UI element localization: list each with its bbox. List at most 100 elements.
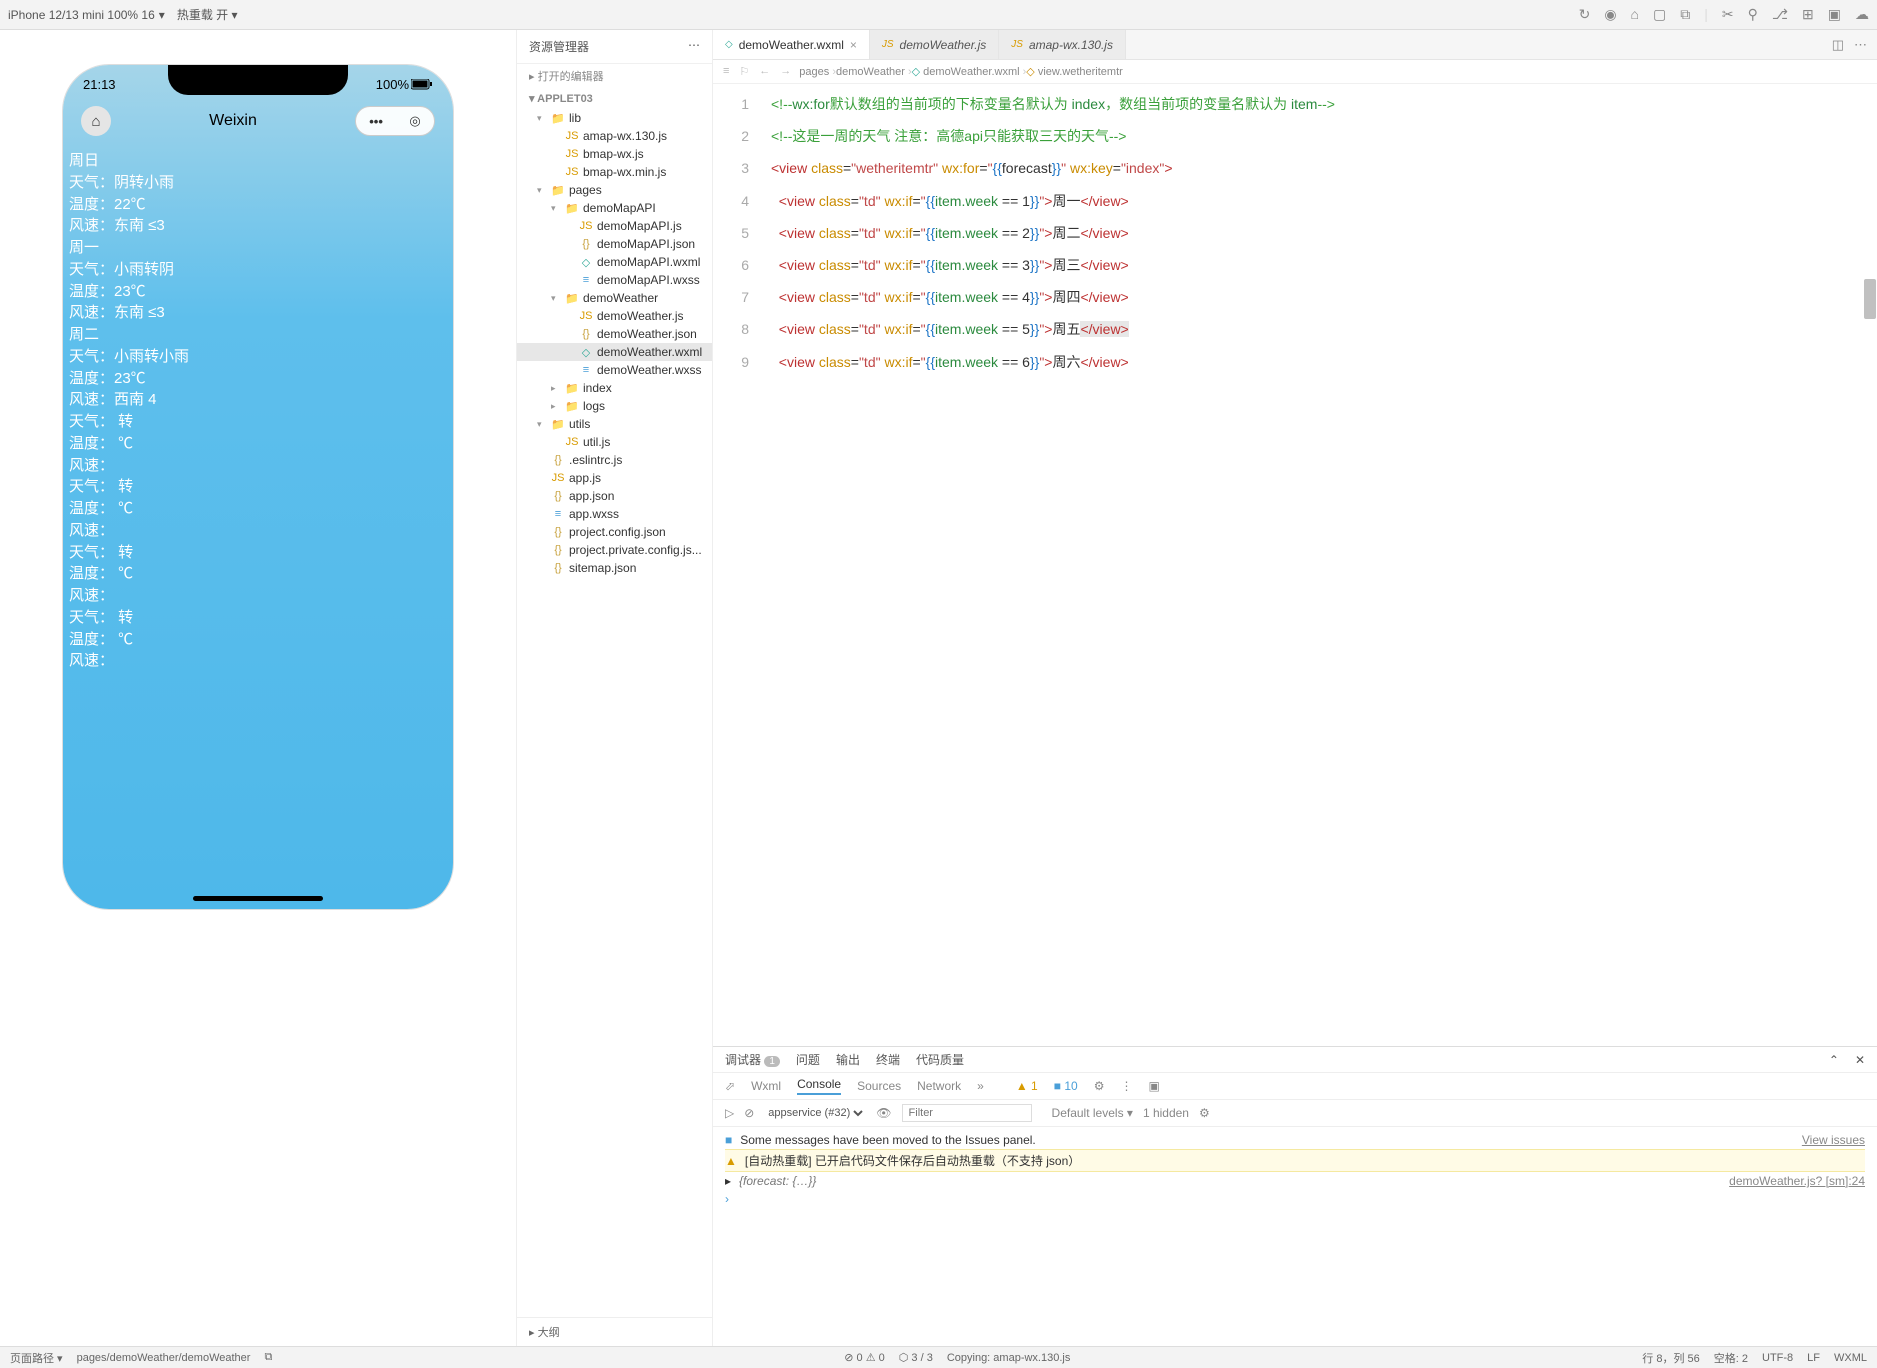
source-link[interactable]: demoWeather.js? [sm]:24 — [1729, 1174, 1865, 1188]
tab-debugger[interactable]: 调试器 1 — [725, 1051, 780, 1068]
tab-console[interactable]: Console — [797, 1077, 841, 1095]
gear-icon[interactable]: ⚙ — [1094, 1079, 1105, 1093]
forward-icon[interactable]: → — [780, 65, 791, 78]
page-icon[interactable]: ▢ — [1653, 6, 1666, 23]
tree-node[interactable]: ▾ 📁 lib — [517, 109, 712, 127]
close-icon[interactable]: × — [850, 38, 857, 52]
list-icon[interactable]: ≡ — [723, 65, 729, 78]
tab-more-icon[interactable]: ⋯ — [1854, 37, 1867, 53]
console-prompt[interactable]: › — [725, 1192, 729, 1206]
breadcrumb-item[interactable]: ◇ demoWeather.wxml — [912, 66, 1020, 78]
split-icon[interactable]: ◫ — [1832, 37, 1844, 53]
outline-section[interactable]: ▸ 大纲 — [517, 1317, 712, 1346]
layout-icon[interactable]: ▣ — [1828, 6, 1841, 23]
more-icon[interactable]: ⋮ — [1120, 1079, 1132, 1093]
tree-node[interactable]: {} sitemap.json — [517, 559, 712, 577]
stash-count[interactable]: ⬡ 3 / 3 — [899, 1351, 933, 1364]
tree-node[interactable]: JS demoWeather.js — [517, 307, 712, 325]
editor-scrollbar[interactable] — [1864, 279, 1876, 319]
cursor-position[interactable]: 行 8，列 56 — [1642, 1350, 1699, 1366]
tree-node[interactable]: {} .eslintrc.js — [517, 451, 712, 469]
tree-node[interactable]: {} demoMapAPI.json — [517, 235, 712, 253]
indent-mode[interactable]: 空格: 2 — [1714, 1350, 1748, 1366]
language-mode[interactable]: WXML — [1834, 1352, 1867, 1364]
gear-icon[interactable]: ⚙ — [1199, 1106, 1210, 1120]
user-icon[interactable]: ⚲ — [1748, 6, 1758, 23]
chevron-up-icon[interactable]: ⌃ — [1829, 1053, 1839, 1067]
tree-node[interactable]: {} demoWeather.json — [517, 325, 712, 343]
breadcrumb-item[interactable]: pages — [799, 66, 829, 78]
play-icon[interactable]: ▷ — [725, 1106, 734, 1120]
tab-quality[interactable]: 代码质量 — [916, 1051, 964, 1068]
levels-select[interactable]: Default levels ▾ — [1052, 1106, 1133, 1120]
encoding[interactable]: UTF-8 — [1762, 1352, 1793, 1364]
copy-path-icon[interactable]: ⧉ — [264, 1351, 272, 1364]
home-button[interactable]: ⌂ — [81, 106, 111, 136]
tree-node[interactable]: ▾ 📁 pages — [517, 181, 712, 199]
tree-node[interactable]: ▸ 📁 index — [517, 379, 712, 397]
tree-node[interactable]: JS bmap-wx.min.js — [517, 163, 712, 181]
copy-icon[interactable]: ⧉ — [1680, 6, 1690, 23]
tree-node[interactable]: {} app.json — [517, 487, 712, 505]
cut-icon[interactable]: ✂ — [1722, 6, 1734, 23]
tab-sources[interactable]: Sources — [857, 1079, 901, 1093]
tree-node[interactable]: {} project.config.json — [517, 523, 712, 541]
context-select[interactable]: appservice (#32) — [764, 1106, 866, 1120]
stop-icon[interactable]: ◉ — [1604, 6, 1616, 23]
editor-tab[interactable]: JSdemoWeather.js — [870, 30, 999, 59]
branch-icon[interactable]: ⎇ — [1772, 6, 1788, 23]
tree-node[interactable]: ▾ 📁 demoWeather — [517, 289, 712, 307]
clear-icon[interactable]: ⊘ — [744, 1106, 754, 1120]
open-editors-section[interactable]: ▸ 打开的编辑器 — [517, 64, 712, 88]
tab-problems[interactable]: 问题 — [796, 1051, 820, 1068]
tab-output[interactable]: 输出 — [836, 1051, 860, 1068]
page-path-label[interactable]: 页面路径 ▾ — [10, 1350, 63, 1366]
tree-node[interactable]: {} project.private.config.js... — [517, 541, 712, 559]
tree-node[interactable]: ▸ 📁 logs — [517, 397, 712, 415]
tree-node[interactable]: JS app.js — [517, 469, 712, 487]
close-icon[interactable]: ✕ — [1855, 1053, 1865, 1067]
explorer-more-icon[interactable]: ⋯ — [688, 38, 700, 55]
back-icon[interactable]: ← — [759, 65, 770, 78]
eye-icon[interactable]: 👁 — [876, 1106, 891, 1120]
expand-icon[interactable]: ▸ — [725, 1174, 731, 1188]
tree-node[interactable]: ≡ demoMapAPI.wxss — [517, 271, 712, 289]
tree-node[interactable]: ▾ 📁 utils — [517, 415, 712, 433]
cloud-icon[interactable]: ☁ — [1855, 6, 1869, 23]
device-selector[interactable]: iPhone 12/13 mini 100% 16 ▾ — [8, 8, 165, 22]
tab-wxml[interactable]: Wxml — [751, 1079, 781, 1093]
tree-node[interactable]: JS util.js — [517, 433, 712, 451]
grid-icon[interactable]: ⊞ — [1802, 6, 1814, 23]
tree-node[interactable]: ≡ demoWeather.wxss — [517, 361, 712, 379]
more-tabs-icon[interactable]: » — [977, 1079, 984, 1093]
tree-node[interactable]: ◇ demoMapAPI.wxml — [517, 253, 712, 271]
mini-program-capsule[interactable]: •••◎ — [355, 106, 435, 136]
tab-network[interactable]: Network — [917, 1079, 961, 1093]
breadcrumb-item[interactable]: demoWeather — [836, 66, 905, 78]
refresh-icon[interactable]: ↻ — [1579, 6, 1591, 23]
editor-tab[interactable]: ◇demoWeather.wxml× — [713, 30, 870, 59]
weather-line: 风速： — [69, 520, 447, 542]
tree-node[interactable]: JS amap-wx.130.js — [517, 127, 712, 145]
problems-count[interactable]: ⊘ 0 ⚠ 0 — [844, 1351, 884, 1364]
tree-node[interactable]: JS demoMapAPI.js — [517, 217, 712, 235]
hot-reload-toggle[interactable]: 热重载 开 ▾ — [177, 6, 238, 23]
tree-node[interactable]: ▾ 📁 demoMapAPI — [517, 199, 712, 217]
view-issues-link[interactable]: View issues — [1802, 1133, 1865, 1147]
hidden-count[interactable]: 1 hidden — [1143, 1106, 1189, 1120]
breadcrumb-item[interactable]: ◇ view.wetheritemtr — [1026, 66, 1123, 78]
tree-node[interactable]: JS bmap-wx.js — [517, 145, 712, 163]
bookmark-icon[interactable]: ⚐ — [739, 65, 749, 78]
dock-icon[interactable]: ▣ — [1148, 1079, 1159, 1093]
tab-terminal[interactable]: 终端 — [876, 1051, 900, 1068]
console-object[interactable]: {forecast: {…}} — [739, 1174, 816, 1188]
editor-tab[interactable]: JSamap-wx.130.js — [999, 30, 1126, 59]
home-icon[interactable]: ⌂ — [1631, 6, 1639, 23]
tree-node[interactable]: ≡ app.wxss — [517, 505, 712, 523]
eol[interactable]: LF — [1807, 1352, 1820, 1364]
inspect-icon[interactable]: ⬀ — [725, 1079, 735, 1093]
project-root[interactable]: ▾ APPLET03 — [517, 88, 712, 109]
code-editor[interactable]: 123456789 <!--wx:for默认数组的当前项的下标变量名默认为 in… — [713, 84, 1877, 1046]
filter-input[interactable] — [902, 1104, 1032, 1122]
tree-node[interactable]: ◇ demoWeather.wxml — [517, 343, 712, 361]
